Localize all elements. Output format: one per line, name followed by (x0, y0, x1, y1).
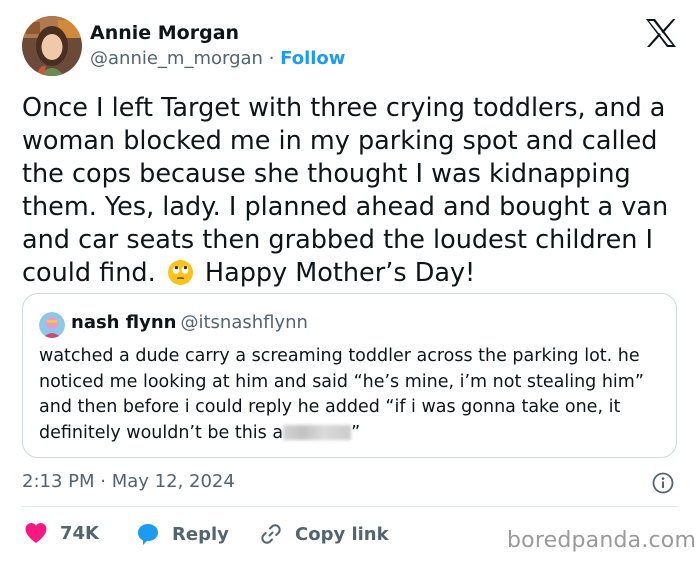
handle-separator: · (268, 48, 275, 69)
watermark: boredpanda.com (507, 528, 697, 553)
author-handle-row: @annie_m_morgan · Follow (90, 48, 345, 69)
quoted-author-row: nash flynn @itsnashflynn (71, 312, 308, 333)
censored-word-blur (283, 424, 352, 440)
copy-link-label: Copy link (295, 523, 389, 545)
link-icon (261, 524, 281, 544)
timestamp-separator: · (100, 471, 106, 492)
timestamp-date: May 12, 2024 (111, 471, 235, 492)
timestamp-time: 2:13 PM (22, 471, 95, 492)
author-avatar[interactable] (22, 16, 82, 76)
x-logo-icon[interactable] (644, 18, 678, 48)
quoted-tweet[interactable]: nash flynn @itsnashflynn watched a dude c… (22, 293, 677, 458)
reply-label: Reply (172, 523, 229, 545)
quoted-author-handle[interactable]: @itsnashflynn (180, 312, 307, 333)
tweet-text-end: Happy Mother’s Day! (204, 258, 476, 288)
quoted-text-end: ” (351, 422, 361, 443)
tweet-text: Once I left Target with three crying tod… (22, 92, 682, 290)
tweet-timestamp[interactable]: 2:13 PM · May 12, 2024 (22, 471, 235, 492)
face-with-rolling-eyes-emoji-icon (167, 259, 194, 286)
quoted-tweet-text: watched a dude carry a screaming toddler… (39, 344, 659, 446)
reply-button[interactable]: Reply (136, 522, 229, 546)
like-button[interactable]: 74K (24, 522, 99, 544)
actions-divider (22, 506, 678, 507)
author-handle[interactable]: @annie_m_morgan (90, 48, 263, 69)
quoted-author-name[interactable]: nash flynn (71, 312, 176, 333)
follow-button[interactable]: Follow (280, 48, 345, 69)
quoted-author-avatar[interactable] (39, 312, 65, 338)
like-count: 74K (60, 522, 99, 544)
heart-icon (25, 523, 47, 543)
copy-link-button[interactable]: Copy link (259, 522, 389, 546)
reply-bubble-icon (138, 524, 158, 545)
info-icon[interactable] (652, 472, 674, 494)
author-name[interactable]: Annie Morgan (90, 22, 239, 44)
